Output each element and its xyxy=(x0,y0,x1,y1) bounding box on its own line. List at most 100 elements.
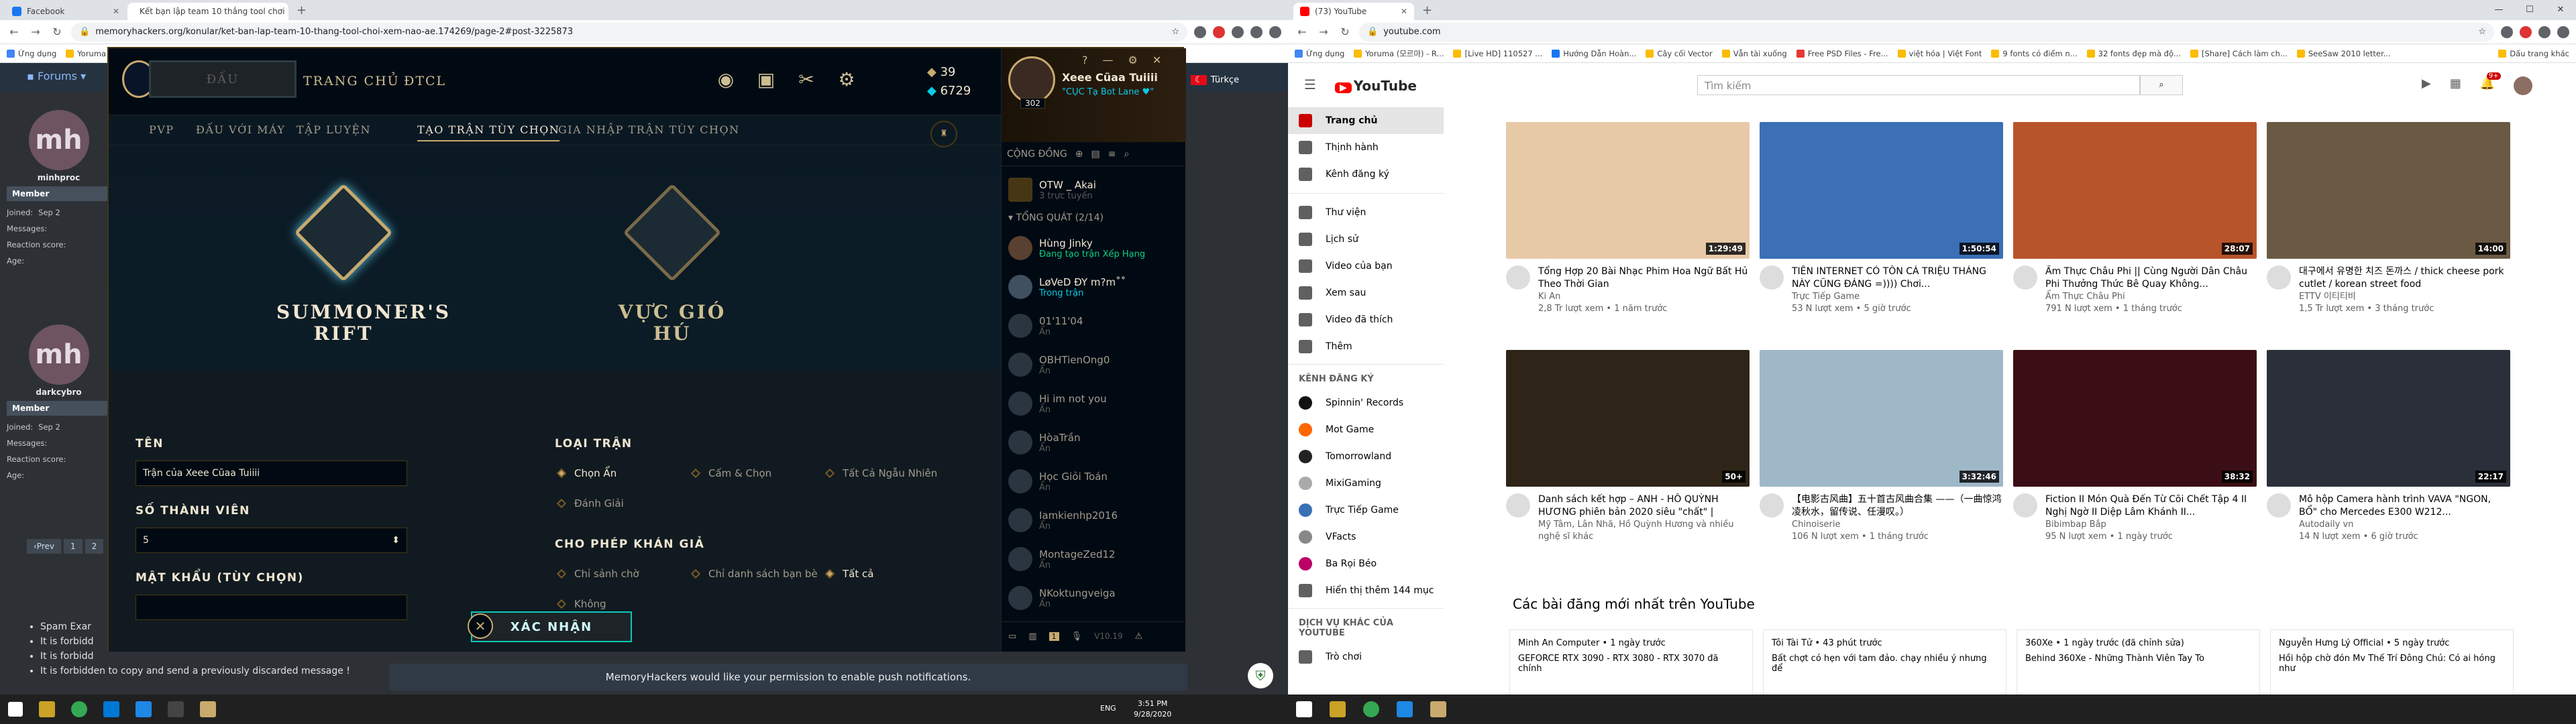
list-icon[interactable]: ≡ xyxy=(1108,149,1116,160)
league-client-icon[interactable] xyxy=(200,701,216,717)
url-input[interactable]: 🔒 memoryhackers.org/konular/ket-ban-lap-t… xyxy=(71,22,1187,42)
avatar[interactable] xyxy=(1506,493,1530,518)
youtube-logo[interactable]: ▶ YouTube xyxy=(1335,78,1417,94)
search-icon[interactable]: ⌕ xyxy=(1124,149,1129,160)
friend-row[interactable]: MontageZed12 Ẩn xyxy=(1008,542,1179,577)
bookmark-apps[interactable]: Ứng dụng xyxy=(1295,49,1344,58)
map-howling-abyss[interactable]: VỰC GIÓ HÚ xyxy=(605,183,739,345)
friend-row[interactable]: Học Giỏi Toán Ẩn xyxy=(1008,464,1179,499)
avatar[interactable] xyxy=(1760,265,1784,290)
search-button[interactable]: ⌕ xyxy=(2140,75,2183,95)
reload-icon[interactable]: ↻ xyxy=(50,25,64,38)
tab-create-custom[interactable]: TẠO TRẬN TÙY CHỌN xyxy=(417,123,560,141)
community-post[interactable]: 360Xe • 1 ngày trước (đã chỉnh sửa) Behin… xyxy=(2017,629,2260,697)
sidebar-item-library[interactable]: Thư viện xyxy=(1288,199,1444,226)
create-video-icon[interactable]: ▶ xyxy=(2422,76,2431,95)
language-selector[interactable]: ☾ Türkçe xyxy=(1191,75,1239,85)
profile-avatar[interactable] xyxy=(1008,56,1055,103)
game-type-tournament[interactable]: Đánh Giải xyxy=(556,497,624,509)
store-icon[interactable]: ⚙ xyxy=(833,68,860,95)
sidebar-item-history[interactable]: Lịch sử xyxy=(1288,226,1444,253)
bookmark-item[interactable]: 9 fonts có điểm n... xyxy=(1991,49,2078,58)
forums-button[interactable]: ▪ Forums ▾ xyxy=(27,70,86,82)
map-summoners-rift[interactable]: SUMMONER'S RIFT xyxy=(276,183,449,345)
extension-icon[interactable] xyxy=(2538,25,2551,38)
file-explorer-icon[interactable] xyxy=(1330,701,1346,717)
bookmark-item[interactable]: Yoruma (모르마) - R... xyxy=(1354,48,1444,59)
bookmark-item[interactable]: Hướng Dẫn Hoàn... xyxy=(1552,49,1636,58)
page-2-button[interactable]: 2 xyxy=(85,539,104,554)
subscription-item[interactable]: Spinnin' Records xyxy=(1288,389,1444,416)
avatar[interactable]: mh xyxy=(28,324,89,385)
tab-training[interactable]: TẬP LUYỆN xyxy=(297,123,371,136)
community-post[interactable]: Minh An Computer • 1 ngày trước GEFORCE R… xyxy=(1509,629,1753,697)
chat-icon[interactable]: ▭ xyxy=(1008,631,1016,642)
nav-home[interactable]: TRANG CHỦ xyxy=(303,74,400,88)
bookmark-item[interactable]: Vẫn tài xuống xyxy=(1721,49,1787,58)
confirm-button[interactable]: XÁC NHẬN xyxy=(471,611,632,642)
currency-panel[interactable]: ◆ 39 ◆ 6729 xyxy=(927,63,1001,101)
sidebar-item-home[interactable]: Trang chủ xyxy=(1288,107,1444,134)
avatar[interactable] xyxy=(2267,265,2291,290)
nav-tft[interactable]: ĐTCL xyxy=(404,74,446,88)
video-card[interactable]: 1:50:54 TIỀN INTERNET CÓ TỒN CÁ TRIỆU THÁ… xyxy=(1760,122,2003,315)
profile-icon[interactable]: ◉ xyxy=(712,68,739,95)
bookmark-item[interactable]: Free PSD Files - Fre... xyxy=(1796,49,1888,58)
bookmark-item[interactable]: Cây cối Vector xyxy=(1646,49,1713,58)
input-language[interactable]: ENG xyxy=(1100,704,1116,713)
bookmark-item[interactable]: việt hóa | Việt Font xyxy=(1897,49,1982,58)
mic-icon[interactable]: 🎙 xyxy=(1071,631,1083,642)
app-icon[interactable] xyxy=(136,701,152,717)
friend-row[interactable]: LøVeD ÐY m?m˚˚ Trong trận xyxy=(1008,269,1179,304)
bookmark-item[interactable]: [Live HD] 110527 ... xyxy=(1453,49,1542,58)
page-1-button[interactable]: 1 xyxy=(63,539,83,554)
bookmark-item[interactable]: SeeSaw 2010 letter... xyxy=(2296,49,2391,58)
community-post[interactable]: Nguyễn Hưng Lý Official • 5 ngày trước Hồ… xyxy=(2270,629,2514,697)
video-card[interactable]: 22:17 Mô hộp Camera hành trình VAVA "NGON… xyxy=(2267,350,2510,543)
tab-pvp[interactable]: PVP xyxy=(149,123,174,136)
video-thumbnail[interactable]: 38:32 xyxy=(2013,350,2257,487)
app-icon[interactable] xyxy=(1397,701,1413,717)
bell-icon[interactable]: 🔔 9+ xyxy=(2480,72,2501,95)
chrome-icon[interactable] xyxy=(1363,701,1379,717)
sidebar-item-watch-later[interactable]: Xem sau xyxy=(1288,280,1444,306)
star-icon[interactable]: ☆ xyxy=(1171,27,1179,37)
sidebar-item-liked[interactable]: Video đã thích xyxy=(1288,306,1444,333)
tab-join-custom[interactable]: GIA NHẬP TRẬN TÙY CHỌN xyxy=(558,123,740,136)
play-button[interactable]: ĐẤU xyxy=(149,60,297,98)
tab-youtube[interactable]: (73) YouTube ✕ xyxy=(1293,3,1414,20)
friend-row[interactable]: Iamkienhp2016 Ẩn xyxy=(1008,503,1179,538)
video-card[interactable]: 14:00 대구에서 유명한 치즈 돈까스 / thick cheese pork… xyxy=(2267,122,2510,315)
extension-icon[interactable] xyxy=(1213,25,1225,38)
show-more-subscriptions[interactable]: Hiển thị thêm 144 mục xyxy=(1288,577,1444,604)
sidebar-item-subscriptions[interactable]: Kênh đăng ký xyxy=(1288,161,1444,188)
avatar[interactable] xyxy=(2013,265,2037,290)
sidebar-item-gaming[interactable]: Trò chơi xyxy=(1288,644,1444,670)
inbox-icon[interactable]: ▥ xyxy=(1028,631,1036,642)
avatar[interactable] xyxy=(2267,493,2291,518)
friend-row[interactable]: OBHTienOng0 Ẩn xyxy=(1008,347,1179,382)
video-thumbnail[interactable]: 14:00 xyxy=(2267,122,2510,259)
start-icon[interactable] xyxy=(8,702,23,717)
video-thumbnail[interactable]: 1:50:54 xyxy=(1760,122,2003,259)
close-tab-icon[interactable]: ✕ xyxy=(113,7,119,16)
featured-group[interactable]: OTW _ Akai 3 trực tuyến xyxy=(1008,172,1179,207)
community-post[interactable]: Tôi Tài Tử • 43 phút trước Bất chợt có hẹ… xyxy=(1763,629,2006,697)
minimize-icon[interactable]: — xyxy=(1103,54,1114,66)
search-input[interactable]: Tìm kiếm xyxy=(1697,75,2140,95)
bookmark-item[interactable]: Yoruma xyxy=(66,49,106,58)
sidebar-item-your-videos[interactable]: Video của bạn xyxy=(1288,253,1444,280)
friend-row[interactable]: 01'11'04 Ẩn xyxy=(1008,308,1179,343)
tab-memoryhackers[interactable]: Kết bạn lập team 10 thắng tool chơi✕ xyxy=(127,3,288,20)
video-card[interactable]: 38:32 Fiction II Món Quà Đến Từ Cõi Chết … xyxy=(2013,350,2257,543)
extension-icon[interactable] xyxy=(1194,25,1206,38)
friend-row[interactable]: NKoktungveiga Ẩn xyxy=(1008,581,1179,615)
video-card[interactable]: 28:07 Ẩm Thực Châu Phi || Cùng Người Dân … xyxy=(2013,122,2257,315)
other-bookmarks[interactable]: Dấu trang khác xyxy=(2498,49,2569,58)
avatar[interactable] xyxy=(1760,493,1784,518)
spectator-friends-only[interactable]: Chỉ danh sách bạn bè xyxy=(690,568,818,580)
password-input[interactable] xyxy=(136,595,407,620)
lobby-name-input[interactable]: Trận của Xeee Cũaa Tuiiii xyxy=(136,461,407,486)
cancel-button[interactable]: ✕ xyxy=(468,613,493,639)
apps-grid-icon[interactable]: ▦ xyxy=(2450,76,2461,95)
